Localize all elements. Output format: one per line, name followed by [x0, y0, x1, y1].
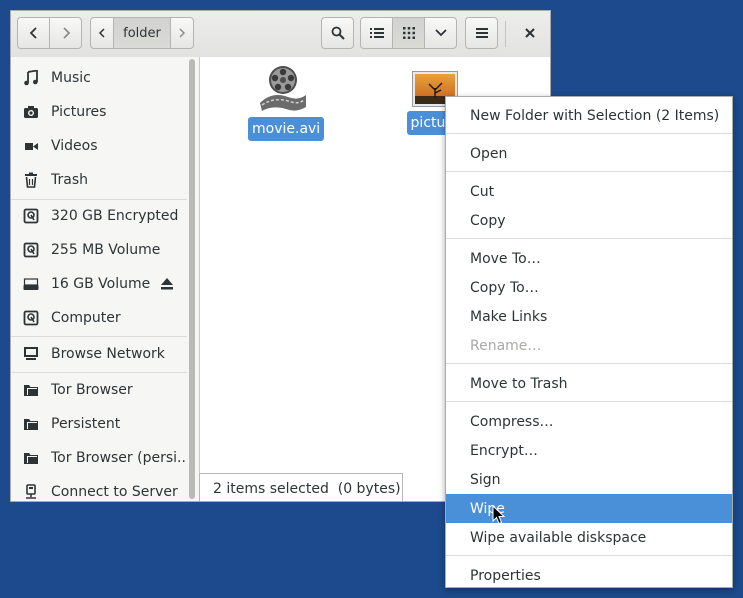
folder-icon: [23, 416, 39, 432]
selection-status-text: 2 items selected (0 bytes): [213, 481, 401, 497]
menu-separator: [446, 555, 732, 556]
folder-icon: [23, 382, 39, 398]
grid-view-icon: [402, 27, 415, 39]
sidebar-item-label: Connect to Server: [51, 484, 178, 500]
list-view-icon: [369, 28, 384, 38]
close-icon: [525, 28, 535, 38]
server-icon: [23, 484, 39, 500]
view-switcher: [360, 17, 457, 49]
drive-icon: [23, 276, 39, 292]
sidebar-item-videos[interactable]: Videos: [11, 129, 187, 163]
sidebar-item-label: Tor Browser: [51, 382, 133, 398]
file-item[interactable]: movie.avi: [248, 65, 325, 141]
film-reel-icon: [258, 65, 308, 113]
drive-icon: [23, 310, 39, 326]
trash-icon: [23, 172, 39, 188]
forward-button[interactable]: [49, 17, 82, 49]
search-icon: [331, 26, 345, 40]
menu-item-encrypt[interactable]: Encrypt…: [446, 436, 732, 465]
sidebar-item-label: Videos: [51, 138, 98, 154]
sidebar-item-label: Trash: [51, 172, 88, 188]
menu-item-sign[interactable]: Sign: [446, 465, 732, 494]
menu-item-wipe-available-diskspace[interactable]: Wipe available diskspace: [446, 523, 732, 552]
path-scroll-left-button[interactable]: [90, 17, 114, 49]
hamburger-menu-icon: [475, 28, 488, 38]
path-button-folder[interactable]: folder: [113, 17, 171, 49]
menu-item-rename: Rename…: [470, 337, 542, 354]
menu-separator: [446, 133, 732, 134]
sidebar-item-label: 255 MB Volume: [51, 242, 161, 258]
menu-separator: [446, 363, 732, 364]
menu-item-compress[interactable]: Compress…: [446, 407, 732, 436]
close-button[interactable]: [516, 17, 544, 49]
view-options-button[interactable]: [424, 17, 457, 49]
sidebar-item-label: Browse Network: [51, 346, 165, 362]
grid-view-button[interactable]: [392, 17, 425, 49]
places-sidebar: Music Pictures Videos Trash 320 GB Encry…: [11, 57, 200, 501]
menu-item-copy[interactable]: Copy: [446, 206, 732, 235]
sidebar-item-connect-to-server[interactable]: Connect to Server: [11, 475, 187, 501]
sidebar-item-label: 16 GB Volume: [51, 276, 151, 292]
sidebar-scrollbar[interactable]: [189, 59, 195, 499]
sidebar-item-label: Computer: [51, 310, 121, 326]
path-left-icon: [98, 28, 105, 38]
sidebar-item-trash[interactable]: Trash: [11, 163, 187, 197]
menu-separator: [446, 238, 732, 239]
drive-icon: [23, 242, 39, 258]
menu-separator: [446, 401, 732, 402]
sidebar-item-label: Persistent: [51, 416, 121, 432]
path-bar: folder: [90, 17, 194, 49]
go-back-icon: [29, 27, 37, 39]
menu-item-cut[interactable]: Cut: [446, 177, 732, 206]
network-icon: [23, 346, 39, 362]
menu-item-copy-to[interactable]: Copy To…: [446, 273, 732, 302]
sidebar-item-320gb-encrypted[interactable]: 320 GB Encrypted: [11, 199, 187, 233]
context-menu: New Folder with Selection (2 Items) Open…: [445, 96, 733, 588]
list-view-button[interactable]: [360, 17, 393, 49]
path-scroll-right-button[interactable]: [170, 17, 194, 49]
sidebar-item-computer[interactable]: Computer: [11, 301, 187, 335]
sidebar-item-tor-browser-persistent[interactable]: Tor Browser (persi...: [11, 441, 187, 475]
app-menu-button[interactable]: [465, 17, 498, 49]
menu-item-properties[interactable]: Properties: [446, 561, 732, 590]
header-bar: folder: [11, 11, 550, 58]
folder-icon: [23, 450, 39, 466]
film-icon: [23, 138, 39, 154]
chevron-down-icon: [434, 29, 447, 37]
menu-item-move-to-trash[interactable]: Move to Trash: [446, 369, 732, 398]
sidebar-item-browse-network[interactable]: Browse Network: [11, 337, 187, 371]
eject-icon[interactable]: [159, 276, 175, 292]
menu-item-open[interactable]: Open: [446, 139, 732, 168]
sidebar-item-pictures[interactable]: Pictures: [11, 95, 187, 129]
back-button[interactable]: [17, 17, 50, 49]
drive-icon: [23, 208, 39, 224]
header-separator: [505, 21, 506, 47]
menu-item-new-folder-with-selection[interactable]: New Folder with Selection (2 Items): [446, 101, 732, 130]
menu-separator: [446, 171, 732, 172]
sidebar-item-label: 320 GB Encrypted: [51, 208, 179, 224]
sidebar-item-255mb-volume[interactable]: 255 MB Volume: [11, 233, 187, 267]
sidebar-item-label: Pictures: [51, 104, 107, 120]
menu-item-move-to[interactable]: Move To…: [446, 244, 732, 273]
camera-icon: [23, 104, 39, 120]
go-forward-icon: [62, 27, 70, 39]
sidebar-item-music[interactable]: Music: [11, 61, 187, 95]
sidebar-item-persistent[interactable]: Persistent: [11, 407, 187, 441]
music-note-icon: [23, 70, 39, 86]
sidebar-item-tor-browser[interactable]: Tor Browser: [11, 373, 187, 407]
path-right-icon: [179, 28, 186, 38]
search-button[interactable]: [321, 17, 354, 49]
navigation-buttons: [17, 17, 82, 49]
menu-item-wipe[interactable]: Wipe: [446, 494, 732, 523]
file-name: movie.avi: [248, 117, 325, 141]
menu-item-make-links[interactable]: Make Links: [446, 302, 732, 331]
status-bar: 2 items selected (0 bytes): [199, 473, 403, 501]
sidebar-item-label: Tor Browser (persi...: [51, 450, 187, 466]
mouse-pointer-icon: [492, 505, 506, 525]
sidebar-item-label: Music: [51, 70, 91, 86]
